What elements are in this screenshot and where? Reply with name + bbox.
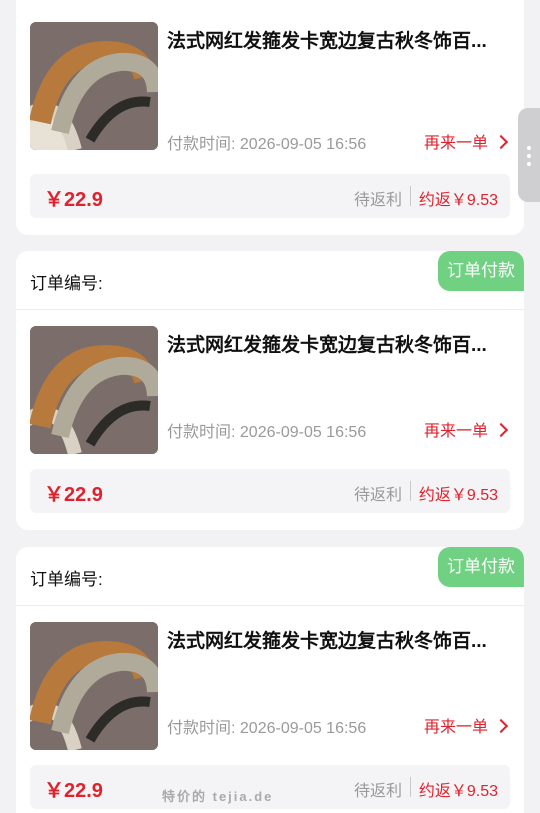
product-row[interactable]: 法式网红发箍发卡宽边复古秋冬饰百... 付款时间: 2026-09-05 16:…: [16, 310, 524, 454]
reorder-button[interactable]: 再来一单: [423, 713, 509, 737]
order-header: 订单编号: 订单付款: [16, 251, 524, 310]
product-thumbnail[interactable]: [30, 326, 158, 454]
order-price: ￥22.9: [44, 484, 103, 506]
price-bar: ￥22.9 待返利 约返￥9.53: [30, 174, 510, 218]
order-header: 订单编号: 订单付款: [16, 547, 524, 606]
payment-time: 付款时间: 2026-09-05 16:56: [167, 720, 367, 737]
order-card: 订单编号: 订单付款 法式网红发箍发卡宽边复古秋冬饰百... 付款时间: 202…: [16, 547, 524, 813]
order-card: 法式网红发箍发卡宽边复古秋冬饰百... 付款时间: 2026-09-05 16:…: [16, 0, 524, 235]
status-badge: 订单付款: [438, 547, 524, 587]
divider: [410, 186, 411, 206]
reorder-label: 再来一单: [423, 135, 488, 152]
order-list-page: 法式网红发箍发卡宽边复古秋冬饰百... 付款时间: 2026-09-05 16:…: [0, 0, 540, 813]
product-title[interactable]: 法式网红发箍发卡宽边复古秋冬饰百...: [167, 26, 512, 53]
chevron-right-icon: [493, 718, 509, 733]
order-card: 订单编号: 订单付款 法式网红发箍发卡宽边复古秋冬饰百... 付款时间: 202…: [16, 251, 524, 530]
rebate-amount: 约返￥9.53: [418, 487, 498, 504]
chevron-right-icon: [493, 134, 509, 149]
more-dot-icon: [527, 162, 531, 166]
product-thumbnail[interactable]: [30, 622, 158, 750]
product-title[interactable]: 法式网红发箍发卡宽边复古秋冬饰百...: [167, 626, 512, 653]
reorder-button[interactable]: 再来一单: [423, 129, 509, 153]
payment-time: 付款时间: 2026-09-05 16:56: [167, 136, 367, 153]
reorder-label: 再来一单: [423, 423, 488, 440]
order-number-label: 订单编号:: [30, 274, 103, 293]
product-title[interactable]: 法式网红发箍发卡宽边复古秋冬饰百...: [167, 330, 512, 357]
order-price: ￥22.9: [44, 189, 103, 211]
price-bar: ￥22.9 待返利 约返￥9.53: [30, 469, 510, 513]
rebate-status: 待返利: [353, 487, 402, 504]
order-number-label: 订单编号:: [30, 570, 103, 589]
rebate-amount: 约返￥9.53: [418, 192, 498, 209]
reorder-button[interactable]: 再来一单: [423, 417, 509, 441]
product-row[interactable]: 法式网红发箍发卡宽边复古秋冬饰百... 付款时间: 2026-09-05 16:…: [16, 606, 524, 750]
payment-time: 付款时间: 2026-09-05 16:56: [167, 424, 367, 441]
floating-menu-handle[interactable]: [518, 108, 540, 202]
chevron-right-icon: [493, 422, 509, 437]
status-badge: 订单付款: [438, 251, 524, 291]
order-price: ￥22.9: [44, 780, 103, 802]
divider: [410, 481, 411, 501]
reorder-label: 再来一单: [423, 719, 488, 736]
watermark: 特价的 tejia.de: [162, 789, 274, 804]
rebate-status: 待返利: [353, 783, 402, 800]
product-thumbnail[interactable]: [30, 22, 158, 150]
more-dot-icon: [527, 154, 531, 158]
rebate-status: 待返利: [353, 192, 402, 209]
more-dot-icon: [527, 146, 531, 150]
rebate-amount: 约返￥9.53: [418, 783, 498, 800]
divider: [410, 777, 411, 797]
product-row[interactable]: 法式网红发箍发卡宽边复古秋冬饰百... 付款时间: 2026-09-05 16:…: [16, 0, 524, 153]
